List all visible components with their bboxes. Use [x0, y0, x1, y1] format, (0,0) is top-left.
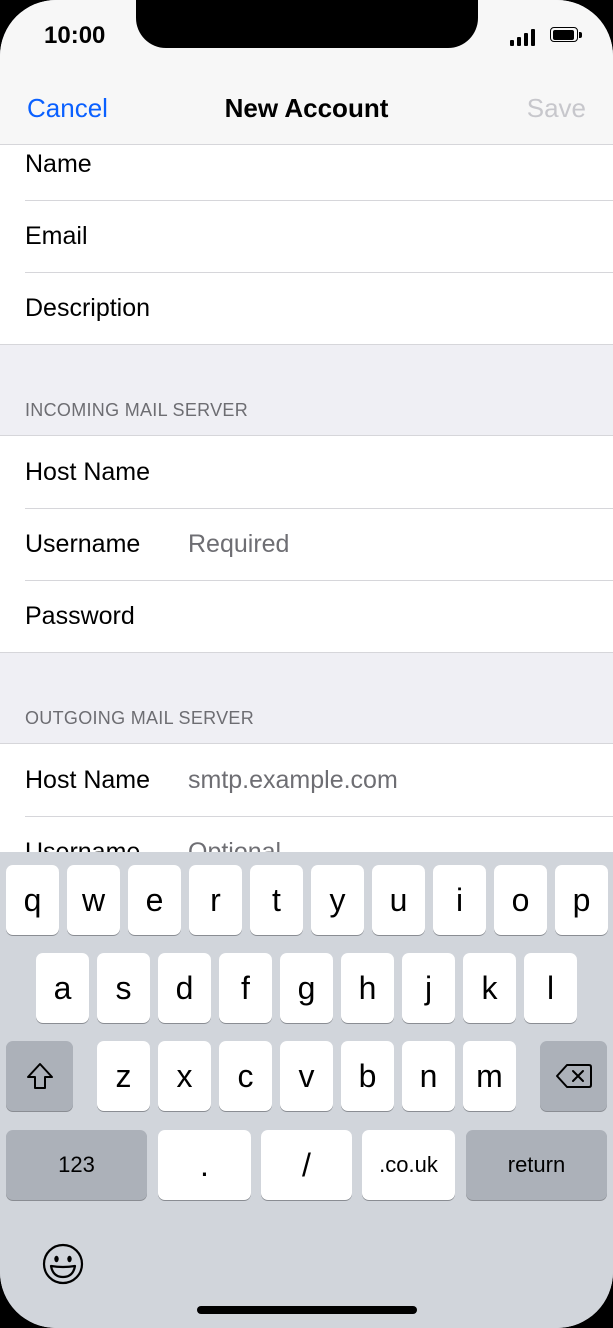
- key-l[interactable]: l: [524, 953, 577, 1023]
- key-f[interactable]: f: [219, 953, 272, 1023]
- email-label: Email: [25, 222, 88, 250]
- battery-icon: [550, 27, 583, 44]
- shift-key[interactable]: [6, 1041, 73, 1111]
- incoming-header-text: INCOMING MAIL SERVER: [25, 400, 249, 420]
- key-i[interactable]: i: [433, 865, 486, 935]
- key-c[interactable]: c: [219, 1041, 272, 1111]
- key-n[interactable]: n: [402, 1041, 455, 1111]
- incoming-password-label: Password: [25, 602, 135, 630]
- key-q[interactable]: q: [6, 865, 59, 935]
- key-m[interactable]: m: [463, 1041, 516, 1111]
- emoji-icon[interactable]: [41, 1242, 85, 1286]
- home-indicator[interactable]: [197, 1306, 417, 1314]
- key-k[interactable]: k: [463, 953, 516, 1023]
- incoming-password-field[interactable]: Password: [0, 580, 613, 652]
- key-j[interactable]: j: [402, 953, 455, 1023]
- delete-key[interactable]: [540, 1041, 607, 1111]
- key-t[interactable]: t: [250, 865, 303, 935]
- save-button[interactable]: Save: [527, 93, 586, 124]
- screen: 10:00 Cancel New Account Save Name Email…: [0, 0, 613, 1328]
- outgoing-host-field[interactable]: Host Name smtp.example.com: [0, 744, 613, 816]
- nav-bar: Cancel New Account Save: [0, 76, 613, 145]
- slash-key[interactable]: /: [261, 1130, 352, 1200]
- name-label: Name: [25, 150, 92, 178]
- key-z[interactable]: z: [97, 1041, 150, 1111]
- key-w[interactable]: w: [67, 865, 120, 935]
- key-p[interactable]: p: [555, 865, 608, 935]
- status-bar: 10:00: [0, 0, 613, 76]
- incoming-username-field[interactable]: Username Required: [0, 508, 613, 580]
- account-form: Name Email Description INCOMING MAIL SER…: [0, 145, 613, 889]
- email-field[interactable]: Email: [0, 200, 613, 272]
- description-label: Description: [25, 294, 151, 322]
- key-s[interactable]: s: [97, 953, 150, 1023]
- outgoing-host-label: Host Name: [25, 766, 151, 794]
- key-x[interactable]: x: [158, 1041, 211, 1111]
- outgoing-header-text: OUTGOING MAIL SERVER: [25, 708, 255, 728]
- key-e[interactable]: e: [128, 865, 181, 935]
- numbers-key[interactable]: 123: [6, 1130, 147, 1200]
- key-r[interactable]: r: [189, 865, 242, 935]
- key-h[interactable]: h: [341, 953, 394, 1023]
- key-u[interactable]: u: [372, 865, 425, 935]
- shift-icon: [26, 1063, 53, 1089]
- status-time: 10:00: [44, 22, 106, 49]
- signal-icon: [510, 28, 535, 46]
- key-v[interactable]: v: [280, 1041, 333, 1111]
- delete-icon: [555, 1064, 592, 1088]
- name-field[interactable]: Name: [0, 145, 613, 200]
- incoming-host-label: Host Name: [25, 458, 151, 486]
- description-field[interactable]: Description: [0, 272, 613, 344]
- incoming-username-label: Username: [25, 530, 141, 558]
- domain-key[interactable]: .co.uk: [362, 1130, 455, 1200]
- key-y[interactable]: y: [311, 865, 364, 935]
- outgoing-host-placeholder: smtp.example.com: [188, 766, 398, 794]
- key-g[interactable]: g: [280, 953, 333, 1023]
- incoming-host-field[interactable]: Host Name: [0, 436, 613, 508]
- key-d[interactable]: d: [158, 953, 211, 1023]
- account-group: Name Email Description: [0, 145, 613, 345]
- incoming-group: Host Name Username Required Password: [0, 435, 613, 653]
- dot-key[interactable]: .: [158, 1130, 251, 1200]
- outgoing-header: OUTGOING MAIL SERVER: [0, 653, 613, 743]
- key-a[interactable]: a: [36, 953, 89, 1023]
- return-key[interactable]: return: [466, 1130, 607, 1200]
- notch: [136, 0, 478, 48]
- page-title: New Account: [224, 93, 389, 123]
- incoming-header: INCOMING MAIL SERVER: [0, 345, 613, 435]
- incoming-username-placeholder: Required: [188, 530, 290, 558]
- key-o[interactable]: o: [494, 865, 547, 935]
- key-b[interactable]: b: [341, 1041, 394, 1111]
